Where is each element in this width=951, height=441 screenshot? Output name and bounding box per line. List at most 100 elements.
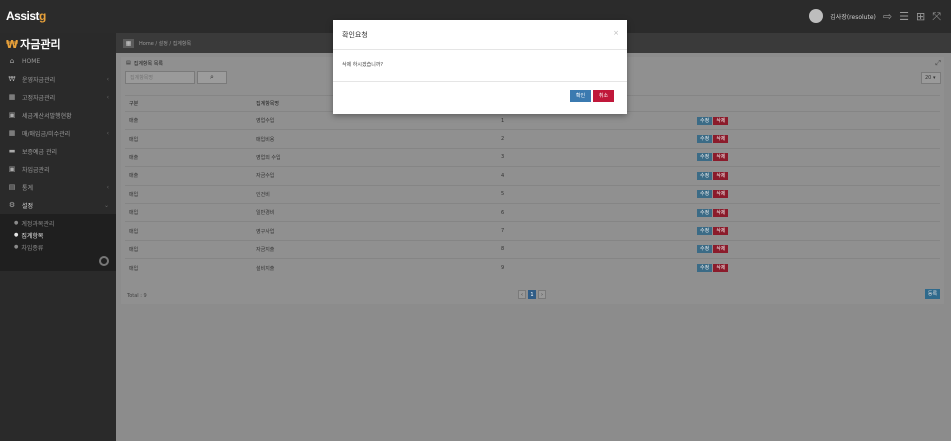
sidebar-item-receivables[interactable]: ▦ 매/매입금/미수관리 ‹: [0, 124, 116, 142]
calendar-icon: ▦: [8, 93, 16, 101]
modal-title: 확인요청: [342, 31, 368, 39]
edit-button[interactable]: 수정: [697, 208, 713, 217]
row-number: 8: [497, 239, 693, 259]
edit-button[interactable]: 수정: [697, 171, 713, 180]
table-row: 매출 영업수입 1 수정 삭제: [125, 110, 940, 130]
modal-message: 삭제 하시겠습니까?: [342, 62, 384, 68]
user-name[interactable]: 김사장(resolute): [830, 12, 876, 21]
row-number: 9: [497, 258, 693, 278]
tax-icon: ▣: [8, 165, 16, 173]
sidebar-item-tax-invoice[interactable]: ▣ 세금계산서발행현황: [0, 106, 116, 124]
table-row: 매입 설비지출 9 수정 삭제: [125, 258, 940, 278]
delete-button[interactable]: 삭제: [713, 208, 729, 217]
sidebar-item-fixed-funds[interactable]: ▦ 고정자금관리 ‹: [0, 88, 116, 106]
row-name: 매입비용: [252, 129, 497, 149]
chevron-left-icon: ‹: [106, 129, 109, 137]
search-input[interactable]: [125, 71, 195, 84]
row-name: 설비지출: [252, 258, 497, 278]
search-icon: ⌕: [210, 73, 214, 81]
delete-button[interactable]: 삭제: [713, 264, 729, 273]
sidebar-item-settings[interactable]: ⚙ 설정 ⌄: [0, 196, 116, 214]
delete-button[interactable]: 삭제: [713, 190, 729, 199]
row-number: 4: [497, 166, 693, 186]
row-actions: 수정 삭제: [693, 147, 940, 167]
row-type: 매출: [125, 166, 252, 186]
delete-button[interactable]: 삭제: [713, 227, 729, 236]
sidebar-menu: ⌂ HOME ₩ 운영자금관리 ‹ ▦ 고정자금관리 ‹ ▣ 세금계산서발행현황 ▦ 매/매입…: [0, 52, 116, 271]
edit-button[interactable]: 수정: [697, 153, 713, 162]
delete-button[interactable]: 삭제: [713, 153, 729, 162]
register-button[interactable]: 등록: [925, 289, 940, 299]
expand-icon[interactable]: ⤢: [935, 59, 941, 68]
circle-icon: ●: [14, 244, 19, 250]
edit-button[interactable]: 수정: [697, 135, 713, 144]
app-logo[interactable]: Assistg: [6, 9, 46, 23]
fullscreen-icon[interactable]: ⤧: [932, 11, 941, 22]
menu-icon[interactable]: ☰: [899, 11, 909, 22]
prev-page-button[interactable]: ‹: [518, 290, 526, 299]
chevron-left-icon: ‹: [106, 75, 109, 83]
sidebar-subitem-borrow-type[interactable]: ● 차입종류: [0, 241, 116, 253]
avatar[interactable]: [809, 9, 824, 23]
row-number: 1: [497, 110, 693, 130]
panel-title: 집계항목 목록: [133, 60, 163, 67]
next-page-button[interactable]: ›: [538, 290, 546, 299]
search-button[interactable]: ⌕: [197, 71, 227, 84]
row-name: 일반경비: [252, 202, 497, 222]
chart-icon: ▤: [8, 183, 16, 191]
row-name: 영업수입: [252, 110, 497, 130]
row-actions: 수정 삭제: [693, 239, 940, 259]
edit-button[interactable]: 수정: [697, 245, 713, 254]
grid-icon[interactable]: ⊞: [916, 11, 925, 22]
modal-divider: [333, 81, 627, 82]
delete-button[interactable]: 삭제: [713, 245, 729, 254]
card-icon: ▬: [8, 147, 16, 155]
delete-button[interactable]: 삭제: [713, 135, 729, 144]
circle-icon: ●: [14, 220, 19, 226]
edit-button[interactable]: 수정: [697, 190, 713, 199]
row-type: 매입: [125, 202, 252, 222]
won-icon: ₩: [8, 75, 16, 83]
list-icon: ▤: [126, 60, 131, 66]
row-number: 6: [497, 202, 693, 222]
chevron-left-icon: ‹: [106, 93, 109, 101]
sidebar-collapse-button[interactable]: [99, 256, 109, 266]
table-row: 매입 매입비용 2 수정 삭제: [125, 129, 940, 149]
sidebar-item-deposit[interactable]: ▬ 보증예금 관리: [0, 142, 116, 160]
page-button[interactable]: 1: [528, 290, 536, 299]
edit-button[interactable]: 수정: [697, 264, 713, 273]
row-type: 매입: [125, 239, 252, 259]
brand-title: ₩ 자금관리: [6, 38, 61, 51]
sidebar-subitem-account[interactable]: ● 계정과목관리: [0, 217, 116, 229]
close-icon[interactable]: ×: [613, 29, 619, 37]
sidebar-item-statistics[interactable]: ▤ 통계 ‹: [0, 178, 116, 196]
page-size-select[interactable]: 20 ▾: [921, 72, 941, 84]
table-row: 매입 인건비 5 수정 삭제: [125, 184, 940, 204]
edit-button[interactable]: 수정: [697, 227, 713, 236]
data-table: 구분 집계항목명 매출 영업수입 1 수정 삭제 매입 매입비용 2 수정 삭제 매…: [125, 95, 940, 278]
chevron-down-icon: ⌄: [103, 201, 109, 209]
edit-button[interactable]: 수정: [697, 116, 713, 125]
circle-icon: ●: [14, 232, 19, 238]
row-actions: 수정 삭제: [693, 202, 940, 222]
row-name: 영업외 수입: [252, 147, 497, 167]
sidebar-subitem-aggregate[interactable]: ● 집계항목: [0, 229, 116, 241]
total-count: Total : 9: [127, 293, 147, 299]
row-name: 영구사업: [252, 221, 497, 241]
row-type: 매입: [125, 184, 252, 204]
sidebar-item-home[interactable]: ⌂ HOME: [0, 52, 116, 70]
table-row: 매출 영업외 수입 3 수정 삭제: [125, 147, 940, 167]
table-row: 매입 일반경비 6 수정 삭제: [125, 202, 940, 222]
logout-icon[interactable]: ⇨: [883, 11, 892, 22]
sidebar-item-borrowing[interactable]: ▣ 차입금관리: [0, 160, 116, 178]
column-header[interactable]: 구분: [125, 95, 252, 112]
sidebar-item-operating-funds[interactable]: ₩ 운영자금관리 ‹: [0, 70, 116, 88]
row-actions: 수정 삭제: [693, 221, 940, 241]
cancel-button[interactable]: 취소: [593, 90, 614, 102]
row-type: 매출: [125, 110, 252, 130]
delete-button[interactable]: 삭제: [713, 116, 729, 125]
confirm-button[interactable]: 확인: [570, 90, 591, 102]
row-type: 매입: [125, 258, 252, 278]
delete-button[interactable]: 삭제: [713, 171, 729, 180]
tax-icon: ▣: [8, 111, 16, 119]
